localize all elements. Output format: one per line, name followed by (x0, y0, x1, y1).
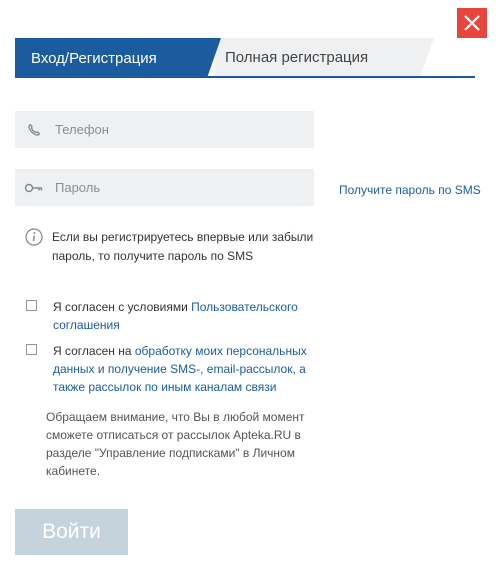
close-icon (464, 15, 480, 31)
password-field[interactable] (15, 169, 314, 206)
tab-login-registration[interactable]: Вход/Регистрация (15, 38, 207, 78)
info-text: Если вы регистрируетесь впервые или забы… (52, 230, 314, 263)
phone-icon (15, 111, 53, 148)
tab-full-registration-label: Полная регистрация (225, 48, 369, 66)
password-input[interactable] (53, 179, 307, 196)
info-icon (25, 228, 43, 251)
consent-terms-prefix: Я согласен с условиями (53, 300, 192, 314)
login-button[interactable]: Войти (15, 509, 128, 555)
consent-terms-checkbox[interactable] (26, 300, 37, 311)
phone-input[interactable] (53, 121, 307, 138)
key-icon (15, 169, 53, 206)
tab-full-registration-edge (420, 38, 434, 76)
consent-data-text: Я согласен на обработку моих персональны… (53, 342, 323, 396)
consent-data-checkbox[interactable] (26, 344, 37, 355)
consent-terms-text: Я согласен с условиями Пользовательского… (53, 298, 323, 334)
consent-data-prefix: Я согласен на (53, 344, 135, 358)
unsubscribe-note: Обращаем внимание, что Вы в любой момент… (46, 410, 305, 478)
close-button[interactable] (457, 8, 487, 38)
tab-login-registration-label: Вход/Регистрация (31, 49, 157, 67)
get-sms-password-link[interactable]: Получите пароль по SMS (339, 183, 481, 197)
tab-full-registration[interactable]: Полная регистрация (215, 38, 420, 76)
phone-field[interactable] (15, 111, 314, 148)
tab-bar: Полная регистрация Вход/Регистрация (15, 38, 493, 78)
tab-login-registration-edge (207, 38, 221, 78)
